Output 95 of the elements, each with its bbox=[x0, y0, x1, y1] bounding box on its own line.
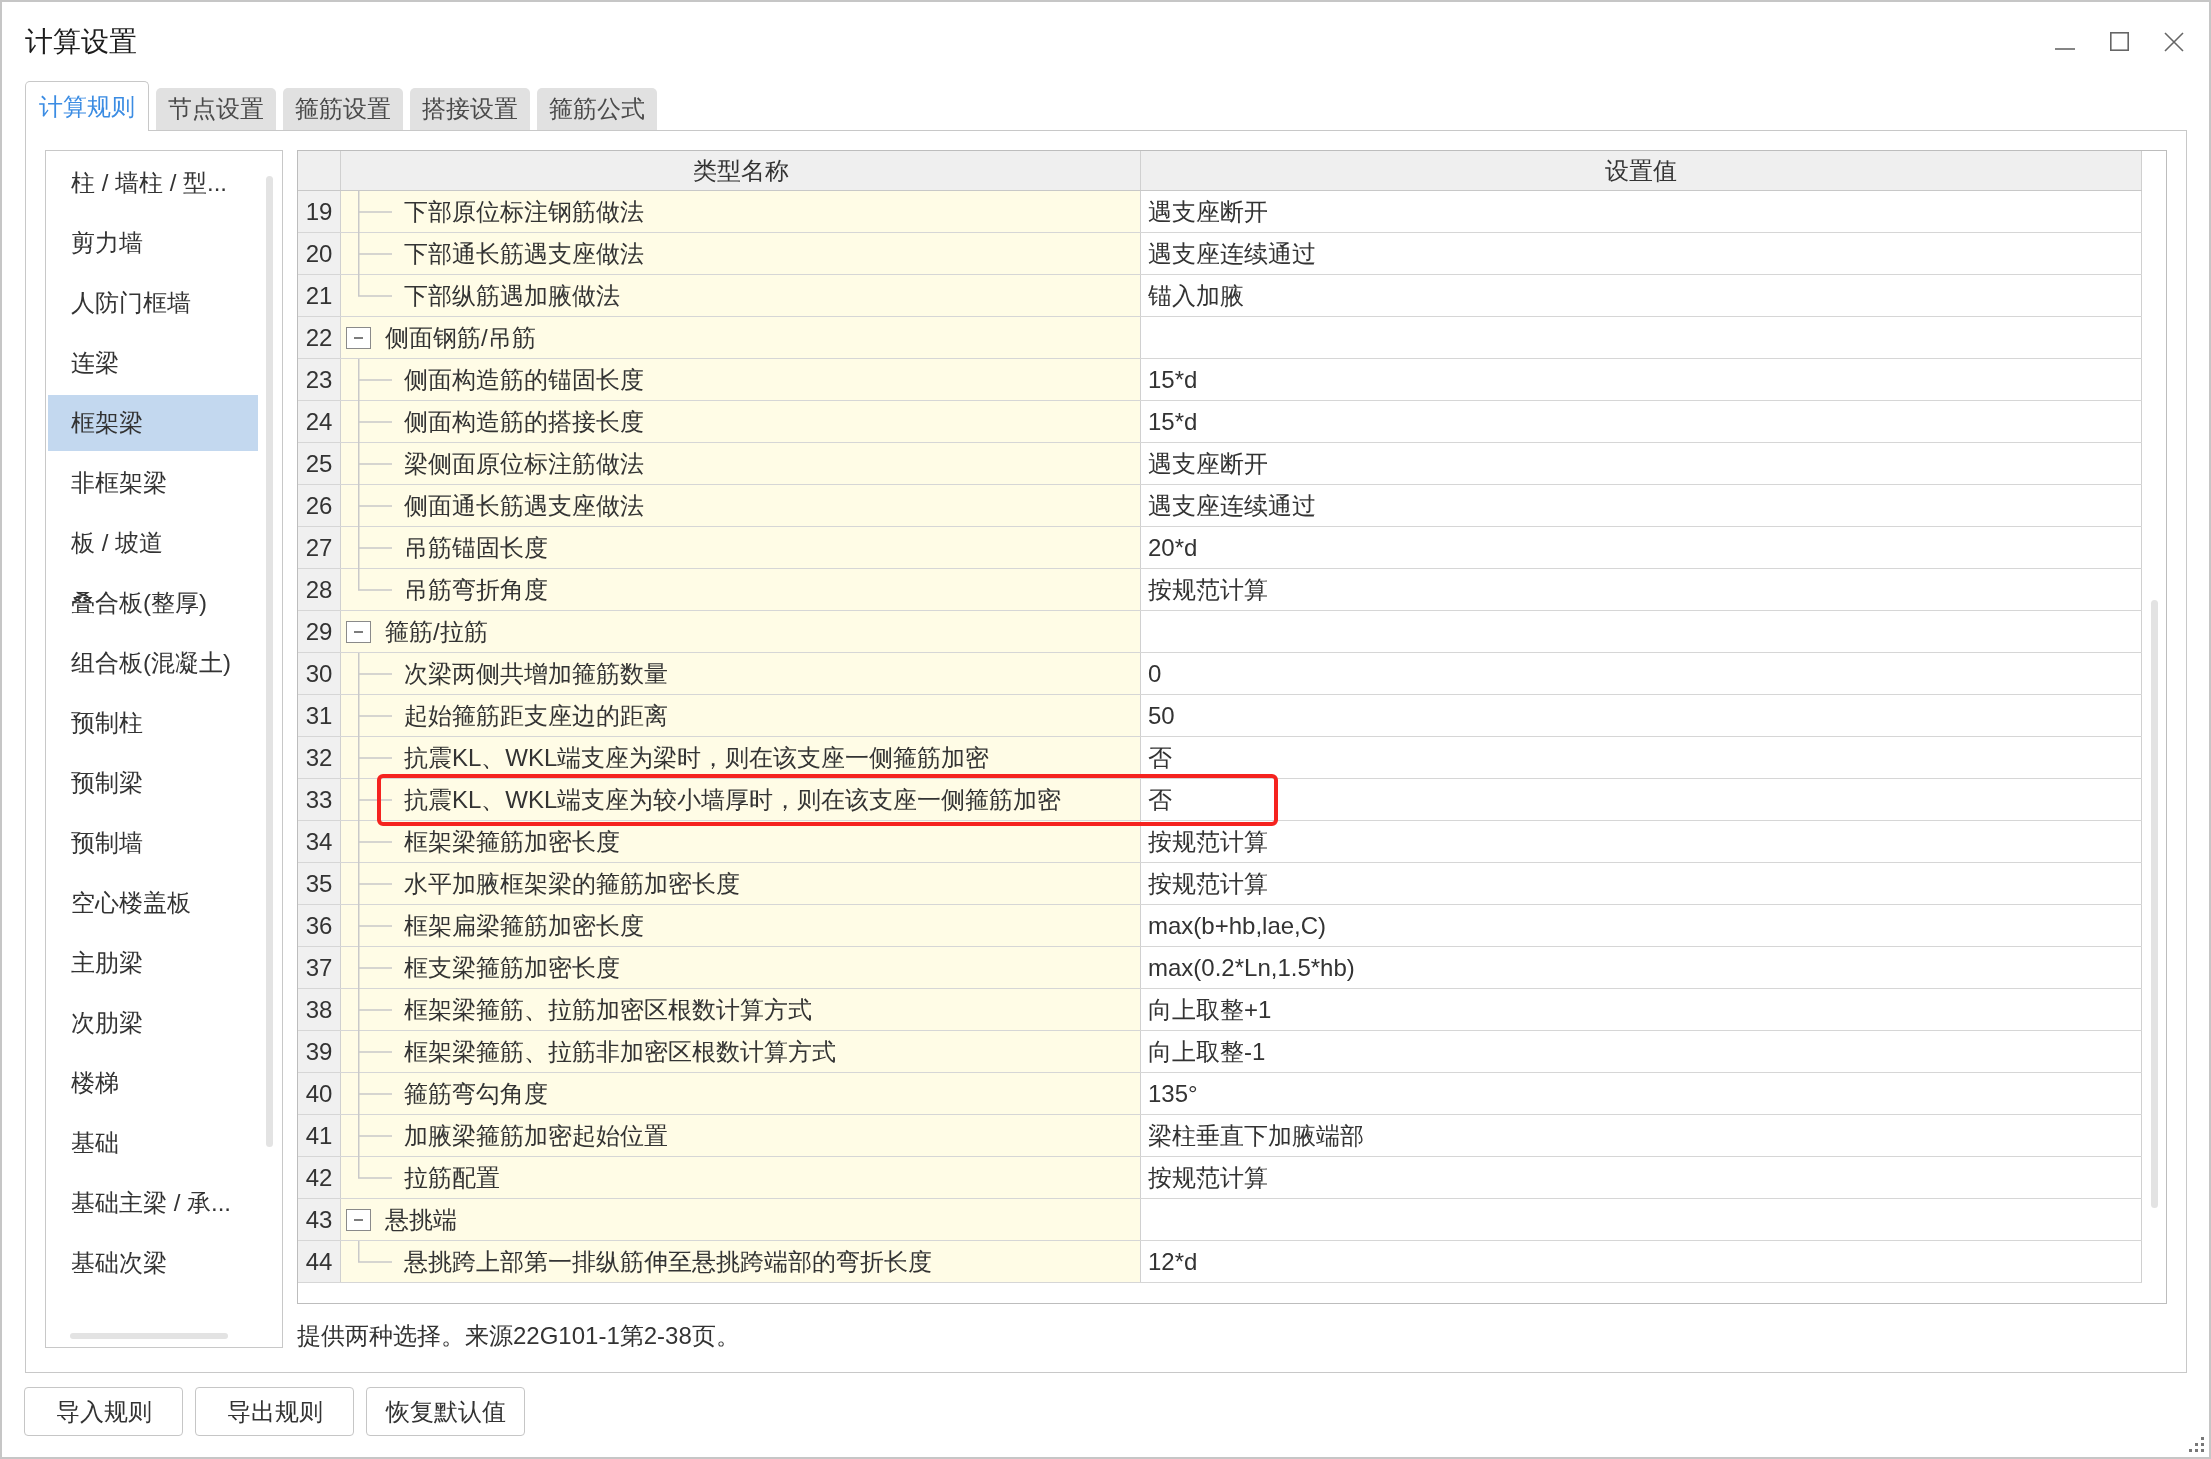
close-button[interactable] bbox=[2164, 31, 2184, 52]
scrollbar-thumb[interactable] bbox=[266, 176, 273, 1147]
setting-name: 侧面构造筋的锚固长度 bbox=[404, 364, 644, 395]
setting-name: 抗震KL、WKL端支座为较小墙厚时，则在该支座一侧箍筋加密 bbox=[404, 784, 1062, 815]
row-number: 36 bbox=[298, 905, 341, 946]
close-icon bbox=[2164, 31, 2184, 52]
setting-name: 箍筋弯勾角度 bbox=[404, 1078, 548, 1109]
group-name: 箍筋/拉筋 bbox=[385, 616, 488, 647]
dialog-button[interactable]: 恢复默认值 bbox=[366, 1387, 525, 1436]
row-number: 40 bbox=[298, 1073, 341, 1114]
setting-name: 拉筋配置 bbox=[404, 1162, 500, 1193]
category-item[interactable]: 板 / 坡道 bbox=[48, 515, 258, 571]
setting-name: 抗震KL、WKL端支座为梁时，则在该支座一侧箍筋加密 bbox=[404, 742, 990, 773]
setting-name: 下部纵筋遇加腋做法 bbox=[404, 280, 620, 311]
row-number: 24 bbox=[298, 401, 341, 442]
category-item[interactable]: 楼梯 bbox=[48, 1055, 258, 1111]
collapse-icon[interactable] bbox=[346, 620, 371, 643]
row-number: 25 bbox=[298, 443, 341, 484]
dialog-button[interactable]: 导出规则 bbox=[195, 1387, 354, 1436]
row-number: 21 bbox=[298, 275, 341, 316]
maximize-icon bbox=[2110, 32, 2129, 51]
category-item[interactable]: 主肋梁 bbox=[48, 935, 258, 991]
row-number: 30 bbox=[298, 653, 341, 694]
category-item[interactable]: 柱 / 墙柱 / 型... bbox=[48, 155, 258, 211]
row-number: 23 bbox=[298, 359, 341, 400]
row-number: 32 bbox=[298, 737, 341, 778]
description-text: 提供两种选择。来源22G101-1第2-38页。 bbox=[297, 1321, 741, 1351]
tab[interactable]: 节点设置 bbox=[156, 88, 276, 130]
setting-name: 加腋梁箍筋加密起始位置 bbox=[404, 1120, 668, 1151]
tab[interactable]: 箍筋设置 bbox=[283, 88, 403, 130]
row-number: 22 bbox=[298, 317, 341, 358]
row-number: 44 bbox=[298, 1241, 341, 1282]
collapse-icon[interactable] bbox=[346, 1208, 371, 1231]
category-item[interactable]: 连梁 bbox=[48, 335, 258, 391]
category-item[interactable]: 基础主梁 / 承... bbox=[48, 1175, 258, 1231]
row-number: 19 bbox=[298, 191, 341, 232]
row-number: 37 bbox=[298, 947, 341, 988]
scrollbar-thumb[interactable] bbox=[70, 1333, 228, 1339]
setting-name: 吊筋锚固长度 bbox=[404, 532, 548, 563]
setting-name: 侧面通长筋遇支座做法 bbox=[404, 490, 644, 521]
setting-name: 下部通长筋遇支座做法 bbox=[404, 238, 644, 269]
row-number: 31 bbox=[298, 695, 341, 736]
category-item[interactable]: 组合板(混凝土) bbox=[48, 635, 258, 691]
minimize-button[interactable] bbox=[2055, 47, 2075, 50]
category-item[interactable]: 次肋梁 bbox=[48, 995, 258, 1051]
row-number: 26 bbox=[298, 485, 341, 526]
setting-name: 框架梁箍筋、拉筋加密区根数计算方式 bbox=[404, 994, 812, 1025]
setting-name: 框架扁梁箍筋加密长度 bbox=[404, 910, 644, 941]
category-item[interactable]: 预制墙 bbox=[48, 815, 258, 871]
row-number: 41 bbox=[298, 1115, 341, 1156]
setting-name: 侧面构造筋的搭接长度 bbox=[404, 406, 644, 437]
row-number: 27 bbox=[298, 527, 341, 568]
setting-name: 吊筋弯折角度 bbox=[404, 574, 548, 605]
row-number: 20 bbox=[298, 233, 341, 274]
row-number: 42 bbox=[298, 1157, 341, 1198]
category-item[interactable]: 非框架梁 bbox=[48, 455, 258, 511]
setting-name: 下部原位标注钢筋做法 bbox=[404, 196, 644, 227]
row-number: 34 bbox=[298, 821, 341, 862]
row-number: 28 bbox=[298, 569, 341, 610]
setting-name: 框架梁箍筋加密长度 bbox=[404, 826, 620, 857]
category-item[interactable]: 预制梁 bbox=[48, 755, 258, 811]
group-name: 侧面钢筋/吊筋 bbox=[385, 322, 536, 353]
row-number: 29 bbox=[298, 611, 341, 652]
setting-name: 起始箍筋距支座边的距离 bbox=[404, 700, 668, 731]
category-item[interactable]: 人防门框墙 bbox=[48, 275, 258, 331]
tab[interactable]: 搭接设置 bbox=[410, 88, 530, 130]
row-number: 43 bbox=[298, 1199, 341, 1240]
scrollbar-thumb[interactable] bbox=[2150, 600, 2158, 1208]
row-number: 33 bbox=[298, 779, 341, 820]
maximize-button[interactable] bbox=[2110, 32, 2129, 51]
tab[interactable]: 箍筋公式 bbox=[537, 88, 657, 130]
row-number: 39 bbox=[298, 1031, 341, 1072]
category-item[interactable]: 预制柱 bbox=[48, 695, 258, 751]
setting-name: 框架梁箍筋、拉筋非加密区根数计算方式 bbox=[404, 1036, 836, 1067]
setting-name: 框支梁箍筋加密长度 bbox=[404, 952, 620, 983]
collapse-icon[interactable] bbox=[346, 326, 371, 349]
group-name: 悬挑端 bbox=[385, 1204, 457, 1235]
category-item[interactable]: 基础 bbox=[48, 1115, 258, 1171]
column-header: 类型名称 bbox=[341, 151, 1141, 190]
resize-grip-icon[interactable] bbox=[2189, 1437, 2205, 1453]
row-number: 35 bbox=[298, 863, 341, 904]
category-item[interactable]: 基础次梁 bbox=[48, 1235, 258, 1291]
setting-name: 次梁两侧共增加箍筋数量 bbox=[404, 658, 668, 689]
row-number: 38 bbox=[298, 989, 341, 1030]
category-item[interactable]: 空心楼盖板 bbox=[48, 875, 258, 931]
setting-name: 悬挑跨上部第一排纵筋伸至悬挑跨端部的弯折长度 bbox=[404, 1246, 932, 1277]
setting-name: 水平加腋框架梁的箍筋加密长度 bbox=[404, 868, 740, 899]
minimize-icon bbox=[2055, 47, 2075, 50]
category-item[interactable]: 剪力墙 bbox=[48, 215, 258, 271]
category-item[interactable]: 框架梁 bbox=[48, 395, 258, 451]
category-item[interactable]: 叠合板(整厚) bbox=[48, 575, 258, 631]
setting-name: 梁侧面原位标注筋做法 bbox=[404, 448, 644, 479]
window-title: 计算设置 bbox=[25, 24, 137, 59]
column-header: 设置值 bbox=[1141, 151, 2142, 190]
dialog-button[interactable]: 导入规则 bbox=[24, 1387, 183, 1436]
